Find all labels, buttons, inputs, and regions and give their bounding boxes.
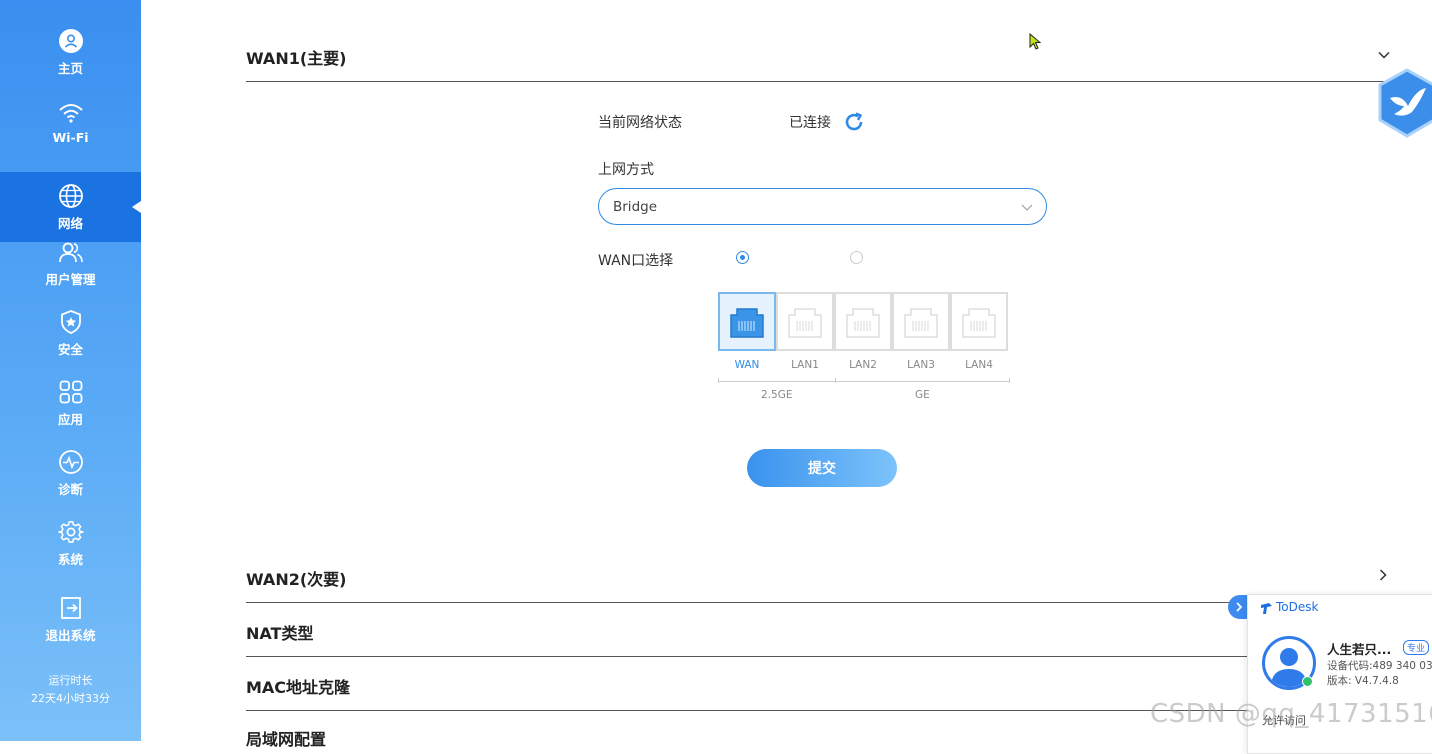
- port-lan3[interactable]: [892, 292, 950, 351]
- connection-mode-select[interactable]: Bridge: [598, 188, 1047, 225]
- uptime-value: 22天4小时33分: [31, 692, 110, 705]
- shield-star-icon: [60, 309, 81, 334]
- sidebar-item-system[interactable]: 系统: [0, 508, 141, 578]
- todesk-pro-badge: 专业: [1403, 640, 1430, 655]
- wifi-icon: [58, 103, 83, 123]
- gear-icon: [57, 520, 84, 543]
- speed-group-tick: [835, 378, 836, 383]
- ethernet-port-icon: [962, 307, 996, 338]
- sidebar-item-label: Wi-Fi: [52, 129, 89, 145]
- sidebar-item-label: 主页: [57, 60, 83, 76]
- todesk-version: 版本: V4.7.4.8: [1327, 675, 1399, 687]
- online-status-icon: [1302, 676, 1313, 687]
- section-divider: [246, 602, 1248, 603]
- uptime: 运行时长 22天4小时33分: [0, 672, 141, 708]
- port-lan4[interactable]: [950, 292, 1008, 351]
- mouse-cursor-icon: [1029, 33, 1041, 50]
- watermark: CSDN @qq_41731516: [1150, 699, 1432, 729]
- ethernet-port-icon: [904, 307, 938, 338]
- sidebar-item-users[interactable]: 用户管理: [0, 228, 141, 298]
- sidebar-item-home[interactable]: 主页: [0, 17, 141, 87]
- sidebar-item-label: 用户管理: [45, 271, 96, 287]
- wan-port-radio-1[interactable]: [736, 251, 749, 264]
- sidebar-item-security[interactable]: 安全: [0, 298, 141, 368]
- network-status-label: 当前网络状态: [598, 115, 682, 131]
- section-divider: [246, 656, 1248, 657]
- submit-button[interactable]: 提交: [747, 449, 897, 487]
- chevron-right-icon[interactable]: [1376, 568, 1390, 582]
- chevron-down-icon: [1021, 204, 1033, 211]
- port-label: LAN1: [791, 359, 819, 371]
- connection-mode-label: 上网方式: [598, 162, 654, 178]
- port-labels: WAN LAN1 LAN2 LAN3 LAN4: [718, 359, 1010, 371]
- chevron-down-icon[interactable]: [1377, 48, 1391, 62]
- speed-group-line: [718, 381, 1010, 382]
- wan-port-radio-2[interactable]: [850, 251, 863, 264]
- port-label: WAN: [734, 359, 760, 371]
- speed-group-label: GE: [915, 389, 930, 401]
- port-lan1[interactable]: [776, 292, 834, 351]
- sidebar-item-label: 系统: [57, 551, 83, 567]
- connection-mode-value: Bridge: [613, 199, 658, 215]
- sidebar-item-label: 安全: [57, 341, 83, 357]
- port-wan[interactable]: [718, 292, 776, 351]
- speed-group-tick: [1009, 378, 1010, 383]
- section-nat-title[interactable]: NAT类型: [246, 620, 313, 644]
- todesk-device-code: 设备代码:489 340 03: [1327, 660, 1432, 672]
- section-wan2-title[interactable]: WAN2(次要): [246, 566, 346, 590]
- section-divider: [246, 710, 1248, 711]
- todesk-username: 人生若只...: [1327, 642, 1392, 657]
- uptime-label: 运行时长: [48, 674, 93, 687]
- ethernet-port-icon: [730, 307, 764, 338]
- port-lan2[interactable]: [834, 292, 892, 351]
- section-mac-clone-title[interactable]: MAC地址克隆: [246, 674, 350, 698]
- speed-group-tick: [718, 378, 719, 383]
- ethernet-port-icon: [788, 307, 822, 338]
- port-selector: [718, 292, 1010, 352]
- section-lan-config-title[interactable]: 局域网配置: [246, 726, 326, 750]
- pulse-icon: [58, 449, 83, 474]
- ethernet-port-icon: [846, 307, 880, 338]
- logout-icon: [60, 596, 81, 619]
- sidebar: 主页 Wi-Fi 网络 用户管理 安全 应用 诊断 系统 退出系统 运行时长 2…: [0, 0, 141, 741]
- sidebar-item-wifi[interactable]: Wi-Fi: [0, 87, 141, 157]
- section-divider: [246, 81, 1396, 82]
- refresh-icon[interactable]: [843, 111, 865, 133]
- todesk-logo-icon: [1261, 603, 1272, 614]
- apps-grid-icon: [59, 380, 82, 403]
- sidebar-item-diagnosis[interactable]: 诊断: [0, 438, 141, 508]
- sidebar-item-logout[interactable]: 退出系统: [0, 584, 141, 654]
- sidebar-item-label: 应用: [57, 411, 83, 427]
- port-label: LAN4: [965, 359, 993, 371]
- network-status-value: 已连接: [789, 115, 831, 131]
- home-user-icon: [58, 28, 83, 53]
- wan-port-select-label: WAN口选择: [598, 253, 674, 269]
- port-label: LAN2: [849, 359, 877, 371]
- speed-group-label: 2.5GE: [761, 389, 793, 401]
- sidebar-item-apps[interactable]: 应用: [0, 368, 141, 438]
- wan1-title[interactable]: WAN1(主要): [246, 45, 346, 69]
- globe-icon: [58, 183, 83, 208]
- todesk-title: ToDesk: [1276, 600, 1319, 614]
- sidebar-item-label: 退出系统: [45, 627, 96, 643]
- users-icon: [58, 242, 83, 262]
- floating-assistant-icon[interactable]: [1376, 68, 1432, 138]
- sidebar-item-label: 诊断: [57, 481, 83, 497]
- port-label: LAN3: [907, 359, 935, 371]
